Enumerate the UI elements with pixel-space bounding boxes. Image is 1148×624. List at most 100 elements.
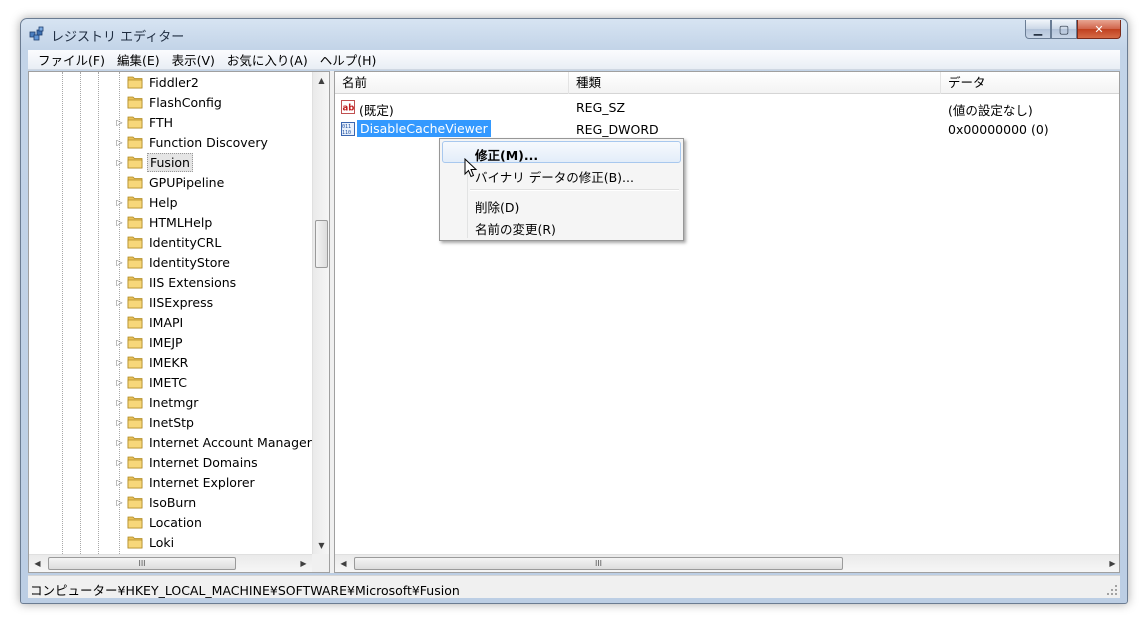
tree-item[interactable]: ▷ Internet Explorer	[29, 472, 312, 492]
tree-vertical-scrollbar[interactable]: ▲ ▼	[312, 72, 329, 554]
resize-grip-icon[interactable]	[1106, 584, 1118, 596]
menu-view[interactable]: 表示(V)	[166, 50, 221, 69]
tree-item-label: InetStp	[149, 415, 194, 430]
context-menu: 修正(M)... バイナリ データの修正(B)... 削除(D) 名前の変更(R…	[439, 138, 684, 241]
expand-arrow-icon[interactable]: ▷	[115, 398, 124, 407]
tree-item[interactable]: IdentityCRL	[29, 232, 312, 252]
tree-item-label: Function Discovery	[149, 135, 268, 150]
tree-item[interactable]: Location	[29, 512, 312, 532]
column-header-type[interactable]: 種類	[569, 72, 941, 94]
context-menu-rename[interactable]: 名前の変更(R)	[442, 215, 681, 237]
tree-item[interactable]: ▷ Function Discovery	[29, 132, 312, 152]
tree-item-label: Internet Account Manager	[149, 435, 312, 450]
expand-arrow-icon[interactable]: ▷	[115, 438, 124, 447]
scroll-down-arrow-icon[interactable]: ▼	[313, 537, 329, 554]
context-menu-label: 名前の変更(R)	[475, 222, 556, 237]
tree-item[interactable]: ▷ IIS Extensions	[29, 272, 312, 292]
list-horizontal-scroll-thumb[interactable]: III	[354, 557, 843, 570]
tree-item[interactable]: ▷ IdentityStore	[29, 252, 312, 272]
tree-item[interactable]: ▷ Internet Domains	[29, 452, 312, 472]
column-header-data[interactable]: データ	[941, 72, 1119, 94]
tree-item-label: Location	[149, 515, 202, 530]
tree-horizontal-scrollbar[interactable]: ◀ III ▶	[29, 554, 312, 572]
folder-icon	[127, 396, 143, 409]
value-data: 0x00000000 (0)	[948, 122, 1049, 137]
tree-item[interactable]: ▷ IMEKR	[29, 352, 312, 372]
expand-arrow-icon[interactable]: ▷	[115, 278, 124, 287]
title-bar[interactable]: レジストリ エディター ▁ ▢ ✕	[21, 19, 1127, 49]
mouse-cursor-icon	[464, 158, 478, 178]
expand-arrow-icon[interactable]: ▷	[115, 418, 124, 427]
context-menu-label: 削除(D)	[475, 200, 520, 215]
expand-arrow-icon[interactable]: ▷	[115, 338, 124, 347]
scrollbar-corner	[312, 554, 329, 572]
menu-favorites[interactable]: お気に入り(A)	[221, 50, 314, 69]
tree-item[interactable]: ▷ IsoBurn	[29, 492, 312, 512]
tree-item-label: IdentityCRL	[149, 235, 222, 250]
tree-item[interactable]: ▷ IMEJP	[29, 332, 312, 352]
minimize-button[interactable]: ▁	[1025, 20, 1051, 39]
context-menu-delete[interactable]: 削除(D)	[442, 193, 681, 215]
tree-item[interactable]: IMAPI	[29, 312, 312, 332]
list-row-disablecacheviewer[interactable]: 011 110 DisableCacheViewer REG_DWORD 0x0…	[335, 118, 1119, 140]
expand-arrow-icon[interactable]: ▷	[115, 218, 124, 227]
expand-arrow-icon[interactable]: ▷	[115, 458, 124, 467]
registry-key-tree[interactable]: Fiddler2 FlashConfig ▷ FTH ▷ Function Discove…	[28, 71, 330, 573]
tree-item[interactable]: ▷ Internet Account Manager	[29, 432, 312, 452]
tree-item[interactable]: ▷ HTMLHelp	[29, 212, 312, 232]
menu-help[interactable]: ヘルプ(H)	[314, 50, 383, 69]
tree-item-label: FlashConfig	[149, 95, 222, 110]
menu-bar: ファイル(F) 編集(E) 表示(V) お気に入り(A) ヘルプ(H)	[28, 50, 1120, 70]
expand-arrow-icon[interactable]: ▷	[115, 258, 124, 267]
menu-file[interactable]: ファイル(F)	[32, 50, 111, 69]
value-data: (値の設定なし)	[948, 103, 1033, 118]
scroll-left-arrow-icon[interactable]: ◀	[29, 555, 46, 572]
folder-icon	[127, 96, 143, 109]
tree-item[interactable]: FlashConfig	[29, 92, 312, 112]
scroll-right-arrow-icon[interactable]: ▶	[1104, 555, 1119, 572]
column-header-name[interactable]: 名前	[335, 72, 569, 94]
context-menu-label: 修正(M)...	[475, 148, 539, 163]
registry-editor-app-icon	[29, 26, 44, 41]
tree-item[interactable]: Loki	[29, 532, 312, 552]
folder-icon	[127, 356, 143, 369]
tree-item[interactable]: ▷ Inetmgr	[29, 392, 312, 412]
tree-vertical-scroll-thumb[interactable]	[315, 220, 328, 268]
scroll-left-arrow-icon[interactable]: ◀	[335, 555, 352, 572]
expand-arrow-icon[interactable]: ▷	[115, 118, 124, 127]
caption-buttons: ▁ ▢ ✕	[1025, 20, 1121, 39]
list-row-default[interactable]: ab (既定) REG_SZ (値の設定なし)	[335, 96, 1119, 118]
tree-item[interactable]: ▷ IMETC	[29, 372, 312, 392]
tree-item[interactable]: ▷ IISExpress	[29, 292, 312, 312]
expand-arrow-icon[interactable]: ▷	[115, 298, 124, 307]
list-horizontal-scrollbar[interactable]: ◀ III ▶	[335, 554, 1119, 572]
tree-item[interactable]: GPUPipeline	[29, 172, 312, 192]
tree-item-label: FTH	[149, 115, 174, 130]
expand-arrow-icon[interactable]: ▷	[115, 138, 124, 147]
tree-item[interactable]: ▷ FTH	[29, 112, 312, 132]
tree-item[interactable]: ▷ Fusion	[29, 152, 312, 172]
expand-arrow-icon[interactable]: ▷	[115, 198, 124, 207]
tree-item[interactable]: ▷ Help	[29, 192, 312, 212]
expand-arrow-icon[interactable]: ▷	[115, 378, 124, 387]
tree-content: Fiddler2 FlashConfig ▷ FTH ▷ Function Discove…	[29, 72, 312, 554]
folder-icon	[127, 376, 143, 389]
tree-item[interactable]: Fiddler2	[29, 72, 312, 92]
tree-item[interactable]: ▷ InetStp	[29, 412, 312, 432]
scroll-up-arrow-icon[interactable]: ▲	[313, 72, 329, 89]
expand-arrow-icon[interactable]: ▷	[115, 498, 124, 507]
tree-item-label: Fusion	[147, 153, 193, 172]
expand-arrow-icon[interactable]: ▷	[115, 478, 124, 487]
menu-edit[interactable]: 編集(E)	[111, 50, 166, 69]
scroll-right-arrow-icon[interactable]: ▶	[295, 555, 312, 572]
maximize-button[interactable]: ▢	[1051, 20, 1077, 39]
tree-horizontal-scroll-thumb[interactable]: III	[48, 557, 236, 570]
expand-arrow-icon[interactable]: ▷	[115, 358, 124, 367]
string-value-icon: ab	[341, 100, 355, 114]
folder-icon	[127, 416, 143, 429]
expand-arrow-icon[interactable]: ▷	[115, 158, 124, 167]
tree-item-label: IMEKR	[149, 355, 189, 370]
close-button[interactable]: ✕	[1077, 20, 1121, 39]
folder-icon	[127, 216, 143, 229]
folder-icon	[127, 276, 143, 289]
